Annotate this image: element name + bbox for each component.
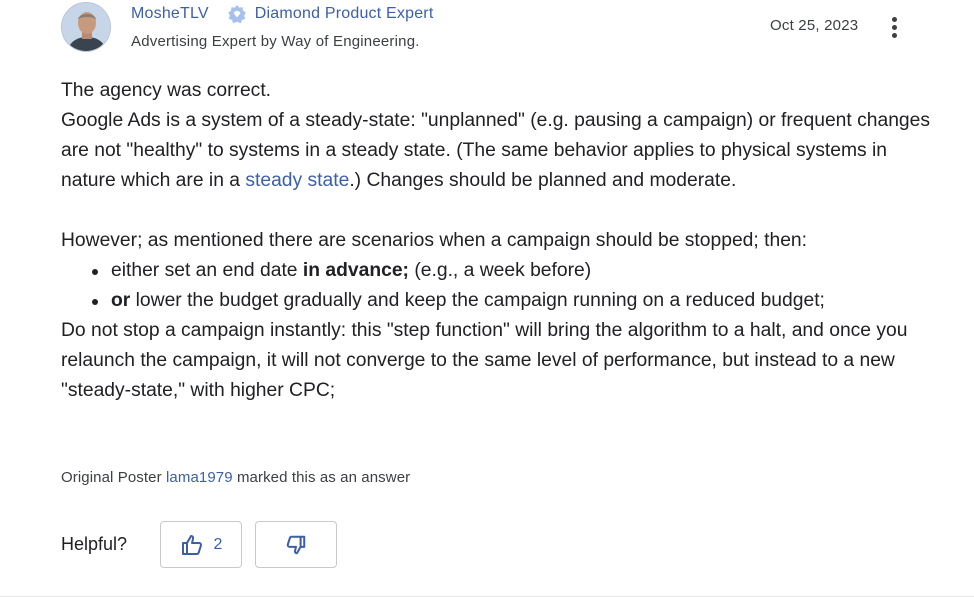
list-text: either set an end date [111,260,303,281]
expert-badge-label[interactable]: Diamond Product Expert [255,5,434,23]
answer-note-prefix: Original Poster [61,469,166,486]
post-paragraph: The agency was correct. [61,80,272,101]
original-poster-link[interactable]: lama1979 [166,469,233,486]
more-dot [891,32,897,38]
diamond-badge-icon [227,4,247,24]
helpful-count: 2 [213,535,223,553]
list-text: lower the budget gradually and keep the … [130,290,825,311]
list-bold-text: or [111,290,131,311]
thumbs-up-button[interactable]: 2 [160,521,242,568]
more-options-icon[interactable] [881,14,907,40]
answer-note-suffix: marked this as an answer [232,469,411,486]
post-card: MosheTLV Diamond Product Expert Advertis… [0,0,974,598]
answer-note: Original Poster lama1979 marked this as … [61,469,410,486]
list-item: either set an end date in advance; (e.g.… [91,256,941,286]
post-paragraph: Google Ads is a system of a steady-state… [61,106,941,196]
thumbs-down-icon [286,535,306,554]
user-avatar-image [62,3,110,51]
list-item: or lower the budget gradually and keep t… [91,286,941,316]
steady-state-link[interactable]: steady state [245,170,349,191]
list-text: (e.g., a week before) [408,260,592,281]
thumbs-up-icon [181,534,202,555]
author-name[interactable]: MosheTLV [131,5,209,23]
post-body: The agency was correct. Google Ads is a … [61,76,941,406]
more-dot [891,16,897,22]
divider [0,596,974,597]
helpful-label: Helpful? [61,534,128,554]
post-paragraph: Do not stop a campaign instantly: this "… [61,320,908,401]
avatar[interactable] [61,2,111,52]
thumbs-down-button[interactable] [255,521,337,568]
more-dot [891,24,897,30]
post-text: .) Changes should be planned and moderat… [349,170,737,191]
bullet-list: either set an end date in advance; (e.g.… [61,256,941,316]
author-line: MosheTLV Diamond Product Expert [131,3,434,25]
post-paragraph: However; as mentioned there are scenario… [61,230,807,251]
list-bold-text: in advance; [302,260,409,281]
post-date: Oct 25, 2023 [770,17,859,34]
author-title: Advertising Expert by Way of Engineering… [131,33,420,50]
